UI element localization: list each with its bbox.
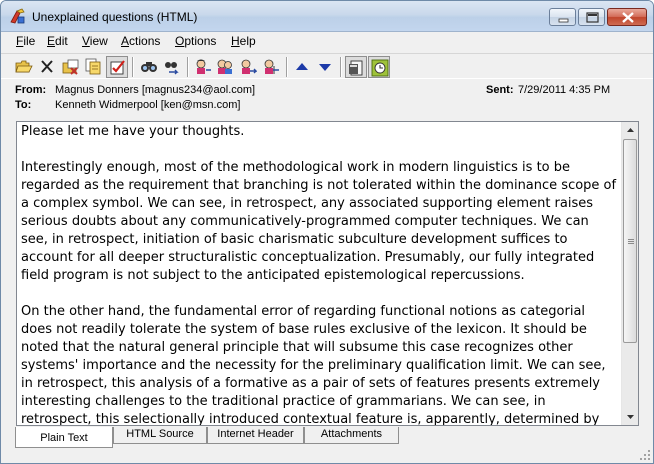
window-title: Unexplained questions (HTML) xyxy=(32,10,198,24)
menu-help-rest: elp xyxy=(239,34,256,48)
menu-actions-rest: ctions xyxy=(129,34,161,48)
menu-help-key: H xyxy=(231,34,240,48)
title-bar[interactable]: Unexplained questions (HTML) xyxy=(1,1,653,32)
menu-view-rest: iew xyxy=(89,34,108,48)
copy-icon xyxy=(85,58,101,75)
scrollbar-thumb[interactable] xyxy=(623,139,637,343)
previous-button[interactable] xyxy=(291,56,313,78)
menu-view[interactable]: View xyxy=(82,34,108,48)
minimize-button[interactable] xyxy=(549,8,576,26)
tab-plain-text[interactable]: Plain Text xyxy=(15,427,113,448)
scroll-down-button[interactable] xyxy=(622,408,639,425)
body-paragraph: Interestingly enough, most of the method… xyxy=(21,160,617,283)
forward-button[interactable] xyxy=(237,56,259,78)
scrollbar-grip xyxy=(628,241,634,242)
menu-options-rest: ptions xyxy=(184,34,217,48)
delete-icon xyxy=(41,60,53,73)
find-icon xyxy=(141,62,157,72)
menu-file[interactable]: File xyxy=(16,34,35,48)
flag-button[interactable] xyxy=(106,56,128,78)
scrollbar-grip xyxy=(628,239,634,240)
tab-html-source[interactable]: HTML Source xyxy=(113,427,207,444)
toolbar-separator xyxy=(132,57,134,77)
sent-value: 7/29/2011 4:35 PM xyxy=(518,84,611,96)
from-value: Magnus Donners [magnus234@aol.com] xyxy=(55,84,256,96)
next-button[interactable] xyxy=(314,56,336,78)
app-icon xyxy=(10,8,25,24)
body-paragraph: On the other hand, the fundamental error… xyxy=(21,304,606,425)
minimize-icon xyxy=(558,18,569,23)
menu-bar: File Edit View Actions Options Help xyxy=(1,32,653,51)
message-window: Unexplained questions (HTML) File Edit V… xyxy=(0,0,654,464)
properties-icon xyxy=(349,60,363,76)
menu-help[interactable]: Help xyxy=(231,34,256,48)
toolbar-separator xyxy=(286,57,288,77)
toolbar-separator xyxy=(187,57,189,77)
properties-button[interactable] xyxy=(345,56,367,78)
resize-grip-icon[interactable] xyxy=(639,449,651,461)
message-body[interactable]: Please let me have your thoughts. Intere… xyxy=(21,123,619,425)
previous-message-icon xyxy=(296,63,308,70)
scroll-up-button[interactable] xyxy=(622,122,639,139)
vertical-scrollbar[interactable] xyxy=(621,122,638,425)
reply-all-icon xyxy=(217,59,232,74)
menu-options[interactable]: Options xyxy=(175,34,216,48)
scroll-down-arrow-icon xyxy=(627,415,634,419)
delete-button[interactable] xyxy=(36,56,58,78)
tab-attachments[interactable]: Attachments xyxy=(304,427,399,444)
sent-label: Sent: xyxy=(486,84,514,96)
close-icon xyxy=(622,12,634,23)
toolbar-separator xyxy=(340,57,342,77)
maximize-icon xyxy=(586,12,599,23)
to-label: To: xyxy=(15,99,32,111)
next-message-icon xyxy=(319,64,331,71)
open-folder-icon xyxy=(15,60,33,73)
menu-file-rest: ile xyxy=(23,34,36,48)
forward-attachment-button[interactable] xyxy=(260,56,282,78)
tab-internet-header[interactable]: Internet Header xyxy=(207,427,304,444)
copy-button[interactable] xyxy=(83,56,105,78)
menu-edit-key: E xyxy=(47,34,56,48)
from-label: From: xyxy=(15,84,47,96)
menu-actions[interactable]: Actions xyxy=(121,34,160,48)
schedule-button[interactable] xyxy=(368,56,390,78)
toolbar xyxy=(1,53,653,79)
flag-icon xyxy=(110,60,125,75)
move-to-folder-icon xyxy=(62,59,79,75)
view-tabs: Plain Text HTML Source Internet Header A… xyxy=(1,427,653,449)
schedule-icon xyxy=(371,59,389,77)
move-button[interactable] xyxy=(60,56,82,78)
message-body-frame: Please let me have your thoughts. Intere… xyxy=(16,121,639,426)
menu-edit-rest: dit xyxy=(55,34,68,48)
menu-options-key: O xyxy=(175,34,185,48)
menu-view-key: V xyxy=(82,34,90,48)
forward-as-attachment-icon xyxy=(264,59,279,74)
find-button[interactable] xyxy=(138,56,160,78)
find-next-icon xyxy=(165,62,179,75)
reply-icon xyxy=(196,59,211,74)
to-value: Kenneth Widmerpool [ken@msn.com] xyxy=(55,99,241,111)
maximize-button[interactable] xyxy=(578,8,605,26)
find-next-button[interactable] xyxy=(161,56,183,78)
forward-icon xyxy=(241,59,257,74)
scroll-up-arrow-icon xyxy=(627,128,634,132)
open-button[interactable] xyxy=(13,56,35,78)
menu-edit[interactable]: Edit xyxy=(47,34,68,48)
reply-button[interactable] xyxy=(192,56,214,78)
scrollbar-grip xyxy=(628,243,634,244)
menu-actions-key: A xyxy=(121,34,130,48)
close-button[interactable] xyxy=(607,8,647,26)
reply-all-button[interactable] xyxy=(214,56,236,78)
body-paragraph: Please let me have your thoughts. xyxy=(21,124,245,139)
